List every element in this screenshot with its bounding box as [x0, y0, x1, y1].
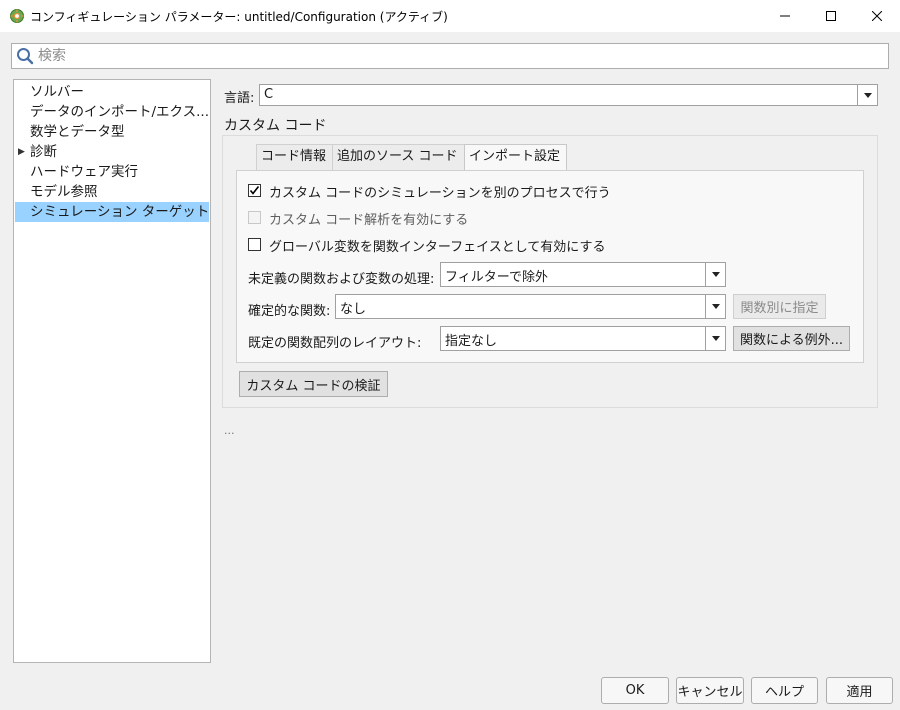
validate-custom-code-button[interactable]: カスタム コードの検証 [239, 371, 388, 397]
maximize-icon [826, 11, 836, 21]
tab-additional-source-code[interactable]: 追加のソース コード [332, 144, 465, 170]
window-title: コンフィギュレーション パラメーター: untitled/Configurati… [30, 10, 448, 24]
deterministic-functions-label: 確定的な関数: [248, 304, 331, 319]
language-label: 言語: [224, 91, 255, 106]
search-icon [17, 48, 34, 65]
specify-by-function-button[interactable]: 関数別に指定 [733, 294, 826, 319]
enable-analysis-label: カスタム コード解析を有効にする [269, 213, 469, 228]
separate-process-checkbox[interactable] [248, 184, 261, 197]
category-tree: ソルバー データのインポート/エクス... 数学とデータ型 ▶ 診断 ハードウェ… [13, 79, 211, 663]
cancel-button[interactable]: キャンセル [676, 677, 744, 704]
undefined-handling-value: フィルターで除外 [445, 270, 548, 285]
tree-item-hardware-implementation[interactable]: ハードウェア実行 [14, 162, 210, 182]
undefined-handling-label: 未定義の関数および変数の処理: [248, 272, 435, 287]
array-layout-label: 既定の関数配列のレイアウト: [248, 336, 422, 351]
enable-analysis-checkbox[interactable] [248, 211, 261, 224]
chevron-down-icon [711, 304, 720, 309]
tree-item-label: ソルバー [30, 84, 84, 100]
tree-item-simulation-target[interactable]: シミュレーション ターゲット [15, 202, 209, 222]
tree-item-label: 数学とデータ型 [30, 124, 125, 140]
array-layout-select[interactable]: 指定なし [440, 326, 726, 351]
close-button[interactable] [854, 0, 900, 32]
tree-item-model-referencing[interactable]: モデル参照 [14, 182, 210, 202]
tree-item-label: モデル参照 [30, 184, 98, 200]
exceptions-by-function-button[interactable]: 関数による例外... [733, 326, 850, 351]
global-variables-label: グローバル変数を関数インターフェイスとして有効にする [269, 240, 606, 255]
global-variables-checkbox[interactable] [248, 238, 261, 251]
minimize-button[interactable] [762, 0, 808, 32]
chevron-down-icon [711, 272, 720, 277]
tree-item-math-data-types[interactable]: 数学とデータ型 [14, 122, 210, 142]
tab-import-settings[interactable]: インポート設定 [464, 144, 567, 170]
separate-process-label: カスタム コードのシミュレーションを別のプロセスで行う [269, 186, 611, 201]
maximize-button[interactable] [808, 0, 854, 32]
search-input[interactable] [38, 45, 878, 67]
checkmark-icon [249, 186, 260, 195]
expand-arrow-icon[interactable]: ▶ [18, 142, 25, 162]
deterministic-functions-select[interactable]: なし [335, 294, 726, 319]
more-indicator: ... [224, 424, 235, 437]
dropdown-arrow[interactable] [857, 85, 877, 105]
ok-button[interactable]: OK [601, 677, 669, 704]
dropdown-arrow[interactable] [705, 295, 725, 318]
language-select[interactable]: C [259, 84, 878, 106]
close-icon [872, 11, 882, 21]
undefined-handling-select[interactable]: フィルターで除外 [440, 262, 726, 287]
language-value: C [264, 87, 274, 102]
array-layout-value: 指定なし [445, 334, 498, 349]
deterministic-functions-value: なし [340, 302, 367, 317]
tree-item-label: 診断 [30, 144, 57, 160]
title-bar: コンフィギュレーション パラメーター: untitled/Configurati… [0, 0, 900, 32]
tree-item-diagnostics[interactable]: ▶ 診断 [14, 142, 210, 162]
simulink-app-icon [10, 9, 24, 23]
minimize-icon [780, 15, 790, 17]
help-button[interactable]: ヘルプ [751, 677, 818, 704]
tree-item-label: シミュレーション ターゲット [30, 204, 209, 220]
tree-item-data-import-export[interactable]: データのインポート/エクス... [14, 102, 210, 122]
chevron-down-icon [711, 336, 720, 341]
apply-button[interactable]: 適用 [826, 677, 893, 704]
search-box [11, 43, 889, 69]
tree-item-label: ハードウェア実行 [30, 164, 138, 180]
custom-code-heading: カスタム コード [224, 118, 327, 134]
dropdown-arrow[interactable] [705, 263, 725, 286]
chevron-down-icon [863, 92, 872, 98]
tab-code-information[interactable]: コード情報 [256, 144, 333, 170]
dropdown-arrow[interactable] [705, 327, 725, 350]
tree-item-label: データのインポート/エクス... [30, 104, 210, 120]
tree-item-solver[interactable]: ソルバー [14, 82, 210, 102]
